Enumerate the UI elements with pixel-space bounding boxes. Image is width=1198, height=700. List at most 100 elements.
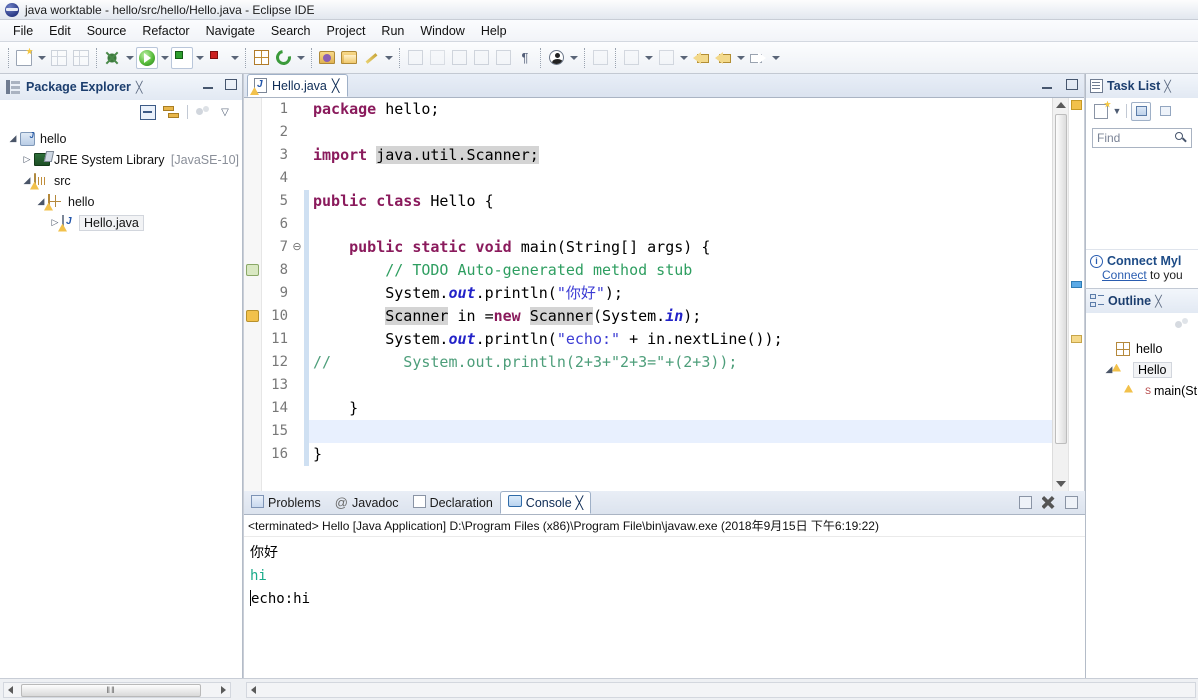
menu-run[interactable]: Run xyxy=(373,22,412,40)
run-icon[interactable] xyxy=(136,46,158,69)
explorer-editor-divider[interactable] xyxy=(243,74,244,678)
explorer-horizontal-scrollbar[interactable]: ‖‖ xyxy=(3,682,231,698)
pin-editor-icon[interactable] xyxy=(620,47,642,69)
editor-sidebar-divider[interactable] xyxy=(1084,74,1085,491)
forward-dropdown-icon[interactable] xyxy=(769,47,782,69)
view-menu-icon[interactable] xyxy=(195,105,211,119)
back-history-icon[interactable] xyxy=(712,47,734,69)
coverage-dropdown-icon[interactable] xyxy=(193,47,206,69)
minimize-icon[interactable] xyxy=(200,77,216,91)
menu-file[interactable]: File xyxy=(5,22,41,40)
search-icon[interactable] xyxy=(1175,132,1187,144)
editor-vertical-scrollbar[interactable] xyxy=(1052,98,1068,491)
previous-annotation-icon[interactable] xyxy=(470,47,492,69)
task-find-box[interactable]: Find xyxy=(1092,128,1192,148)
code-line[interactable]: System.out.println("你好"); xyxy=(309,282,1052,305)
tab-declaration[interactable]: Declaration xyxy=(406,491,500,514)
overview-todo-marker[interactable] xyxy=(1071,335,1082,343)
pin-editor-dropdown-icon[interactable] xyxy=(642,47,655,69)
coverage-icon[interactable] xyxy=(171,46,193,69)
back-dropdown-icon[interactable] xyxy=(734,47,747,69)
scroll-right-icon[interactable] xyxy=(221,686,226,694)
code-line[interactable] xyxy=(309,374,1052,397)
overview-warning-marker[interactable] xyxy=(1071,100,1082,110)
user-dropdown-icon[interactable] xyxy=(567,47,580,69)
package-explorer-tree[interactable]: ◢ hello ▷ JRE System Library [JavaSE-10] ◢ sr… xyxy=(0,124,242,233)
tab-problems[interactable]: Problems xyxy=(244,491,328,514)
menu-navigate[interactable]: Navigate xyxy=(198,22,263,40)
terminate-icon[interactable] xyxy=(1038,493,1058,512)
console-output[interactable]: 你好 hi echo:hi xyxy=(244,537,1198,611)
todo-marker[interactable] xyxy=(246,264,259,276)
new-wizard-icon[interactable] xyxy=(13,47,35,69)
package-explorer-close-icon[interactable]: ╳ xyxy=(136,81,143,94)
editor-folding-bar[interactable]: ⊖ xyxy=(290,98,304,491)
menu-window[interactable]: Window xyxy=(412,22,472,40)
collapse-all-icon[interactable] xyxy=(140,104,156,120)
outline-tree[interactable]: hello ◢ Hello Smain(St xyxy=(1086,335,1198,401)
code-line[interactable]: } xyxy=(309,397,1052,420)
code-line[interactable]: Scanner in =new Scanner(System.in); xyxy=(309,305,1052,328)
refresh-icon[interactable] xyxy=(272,47,294,69)
clear-console-icon[interactable] xyxy=(1015,493,1035,512)
chevron-down-icon[interactable]: ▼ xyxy=(1112,106,1122,116)
save-icon[interactable] xyxy=(48,47,70,69)
link-with-editor-icon[interactable] xyxy=(163,105,180,120)
tab-console[interactable]: Console ╳ xyxy=(499,491,592,514)
tab-javadoc[interactable]: @ Javadoc xyxy=(328,491,406,514)
editor-code-area[interactable]: package hello; import java.util.Scanner;… xyxy=(309,98,1052,491)
open-type-icon[interactable] xyxy=(316,47,338,69)
expand-arrow-icon[interactable]: ◢ xyxy=(34,196,48,207)
expand-arrow-icon[interactable]: ▷ xyxy=(48,217,62,228)
tree-item-hello[interactable]: ◢ hello xyxy=(0,128,242,149)
forward-icon[interactable] xyxy=(747,47,769,69)
code-line[interactable]: public static void main(String[] args) { xyxy=(309,236,1052,259)
console-tab-close-icon[interactable]: ╳ xyxy=(576,495,584,510)
outline-item-hello[interactable]: hello xyxy=(1086,338,1198,359)
editor-marker-bar[interactable] xyxy=(244,98,262,491)
categorized-presentation-icon[interactable] xyxy=(1131,101,1151,121)
code-line[interactable]: public class Hello { xyxy=(309,190,1052,213)
open-task-icon[interactable] xyxy=(338,47,360,69)
outline-item-main-st[interactable]: Smain(St xyxy=(1086,380,1198,401)
expand-arrow-icon[interactable]: ◢ xyxy=(6,133,20,144)
scroll-down-icon[interactable] xyxy=(1056,481,1066,487)
editor-tab-close-icon[interactable]: ╳ xyxy=(332,78,340,93)
menu-edit[interactable]: Edit xyxy=(41,22,79,40)
task-list-close-icon[interactable]: ╳ xyxy=(1164,80,1171,93)
toggle-mark-occurrences-icon[interactable] xyxy=(404,47,426,69)
code-line[interactable]: } xyxy=(309,443,1052,466)
tree-item-jre-system-library[interactable]: ▷ JRE System Library [JavaSE-10] xyxy=(0,149,242,170)
scroll-left-icon[interactable] xyxy=(8,686,13,694)
new-task-icon[interactable] xyxy=(1094,100,1111,119)
debug-dropdown-icon[interactable] xyxy=(123,47,136,69)
expand-arrow-icon[interactable]: ▷ xyxy=(20,154,34,165)
link-icon[interactable] xyxy=(589,47,611,69)
mylyn-connect-link[interactable]: Connect xyxy=(1102,268,1147,282)
show-whitespace-icon[interactable] xyxy=(492,47,514,69)
chevron-down-icon[interactable]: ▽ xyxy=(218,107,232,118)
maximize-icon[interactable] xyxy=(222,77,238,91)
new-wizard-dropdown-icon[interactable] xyxy=(35,47,48,69)
remove-all-terminated-icon[interactable] xyxy=(1061,493,1081,512)
menu-help[interactable]: Help xyxy=(473,22,515,40)
new-java-package-icon[interactable] xyxy=(250,47,272,69)
explorer-scroll-thumb[interactable]: ‖‖ xyxy=(21,683,201,697)
pencil-dropdown-icon[interactable] xyxy=(382,47,395,69)
user-icon[interactable] xyxy=(545,47,567,69)
editor-overview-ruler[interactable] xyxy=(1068,98,1084,491)
warning-marker[interactable] xyxy=(246,310,259,322)
code-line[interactable]: package hello; xyxy=(309,98,1052,121)
perspective-dropdown-icon[interactable] xyxy=(677,47,690,69)
refresh-dropdown-icon[interactable] xyxy=(294,47,307,69)
maximize-icon[interactable] xyxy=(1063,77,1079,91)
minimize-icon[interactable] xyxy=(1039,77,1055,91)
code-line[interactable]: import java.util.Scanner; xyxy=(309,144,1052,167)
open-perspective-icon[interactable] xyxy=(655,47,677,69)
menu-search[interactable]: Search xyxy=(263,22,319,40)
debug-icon[interactable] xyxy=(101,47,123,69)
tree-item-hello[interactable]: ◢ hello xyxy=(0,191,242,212)
code-line[interactable] xyxy=(309,213,1052,236)
expand-arrow-icon[interactable]: ◢ xyxy=(20,175,34,186)
pencil-icon[interactable] xyxy=(360,47,382,69)
